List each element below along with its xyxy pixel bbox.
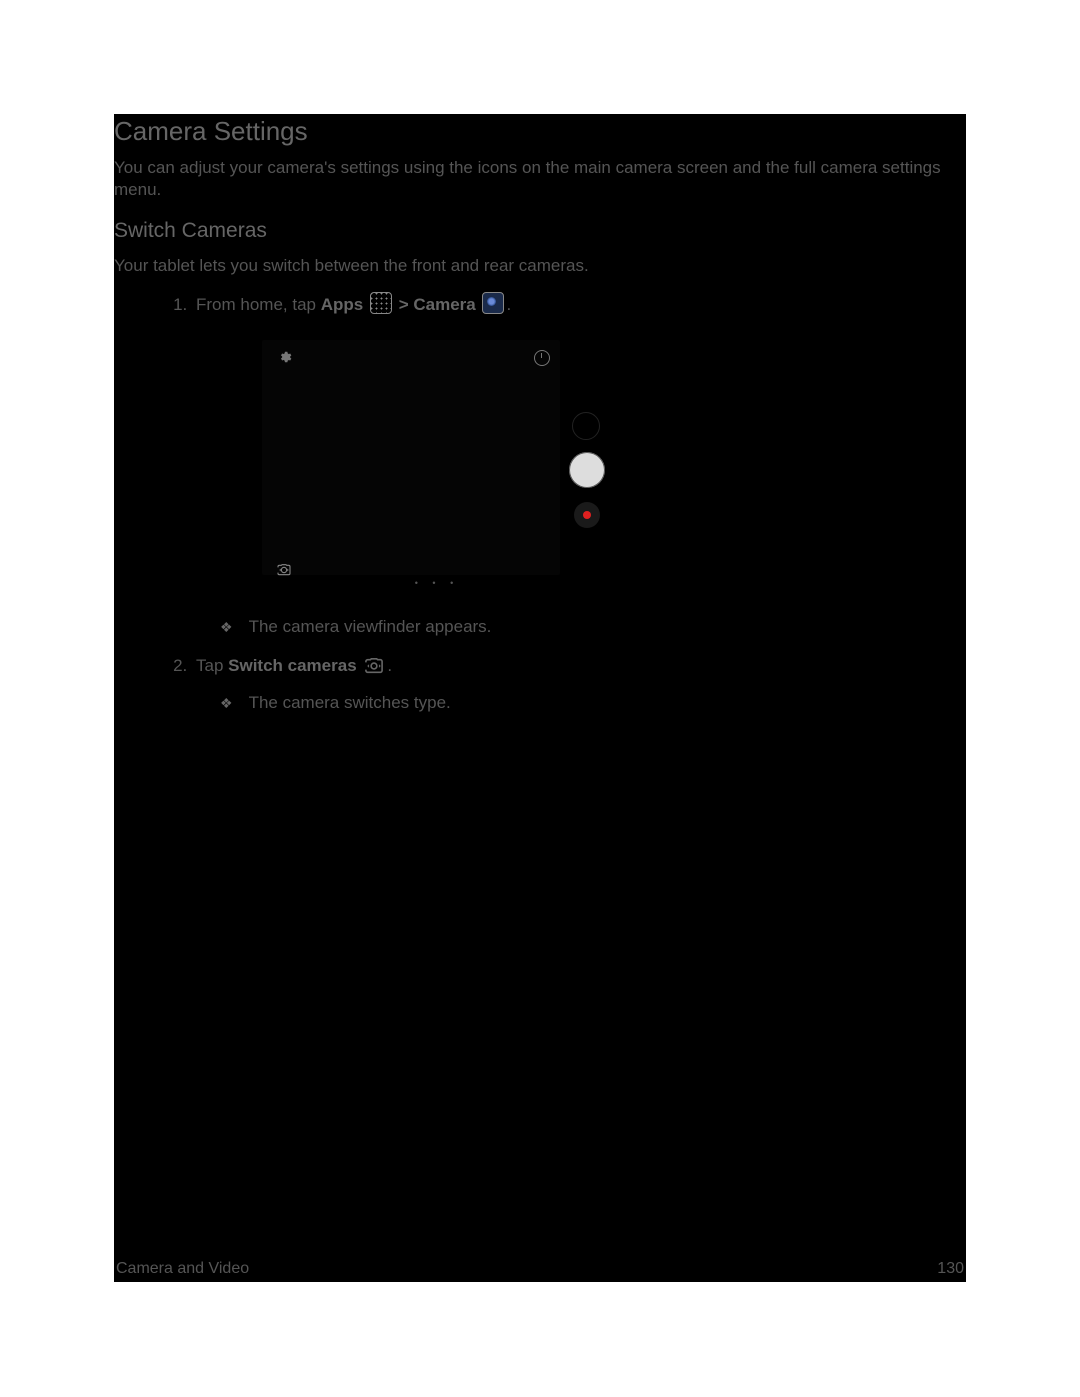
shutter-button-icon xyxy=(569,452,605,488)
switch-camera-icon xyxy=(276,563,292,577)
page-footer: Camera and Video 130 xyxy=(114,1260,966,1278)
footer-page-number: 130 xyxy=(937,1260,964,1278)
page-indicator-dots: • • • xyxy=(415,576,459,591)
switch-camera-icon xyxy=(363,657,385,675)
mode-circle-icon xyxy=(572,412,600,440)
step1-result: The camera viewfinder appears. xyxy=(220,613,966,642)
heading-switch-cameras: Switch Cameras xyxy=(114,219,966,243)
viewfinder-preview xyxy=(262,340,560,575)
step-2: Tap Switch cameras . The camera switches… xyxy=(192,652,966,718)
switch-intro: Your tablet lets you switch between the … xyxy=(114,255,966,277)
step-1: From home, tap Apps > Camera . • • • T xyxy=(192,291,966,642)
step2-text-a: Tap xyxy=(196,656,228,675)
step1-result-list: The camera viewfinder appears. xyxy=(196,613,966,642)
manual-page: Camera Settings You can adjust your came… xyxy=(114,114,966,1282)
record-button-icon xyxy=(574,502,600,528)
intro-paragraph: You can adjust your camera's settings us… xyxy=(114,157,966,201)
step1-apps-label: Apps xyxy=(321,295,364,314)
footer-section: Camera and Video xyxy=(116,1260,249,1278)
step2-period: . xyxy=(387,656,392,675)
step1-sep: > xyxy=(399,295,414,314)
gear-icon xyxy=(278,350,292,364)
camera-icon xyxy=(482,292,504,314)
heading-camera-settings: Camera Settings xyxy=(114,114,966,147)
steps-list: From home, tap Apps > Camera . • • • T xyxy=(114,291,966,718)
step1-text-a: From home, tap xyxy=(196,295,321,314)
camera-viewfinder-screenshot: • • • xyxy=(252,334,622,599)
step2-switch-label: Switch cameras xyxy=(228,656,357,675)
step2-result: The camera switches type. xyxy=(220,689,966,718)
step1-camera-label: Camera xyxy=(413,295,475,314)
apps-icon xyxy=(370,292,392,314)
step2-result-list: The camera switches type. xyxy=(196,689,966,718)
step1-period: . xyxy=(506,295,511,314)
